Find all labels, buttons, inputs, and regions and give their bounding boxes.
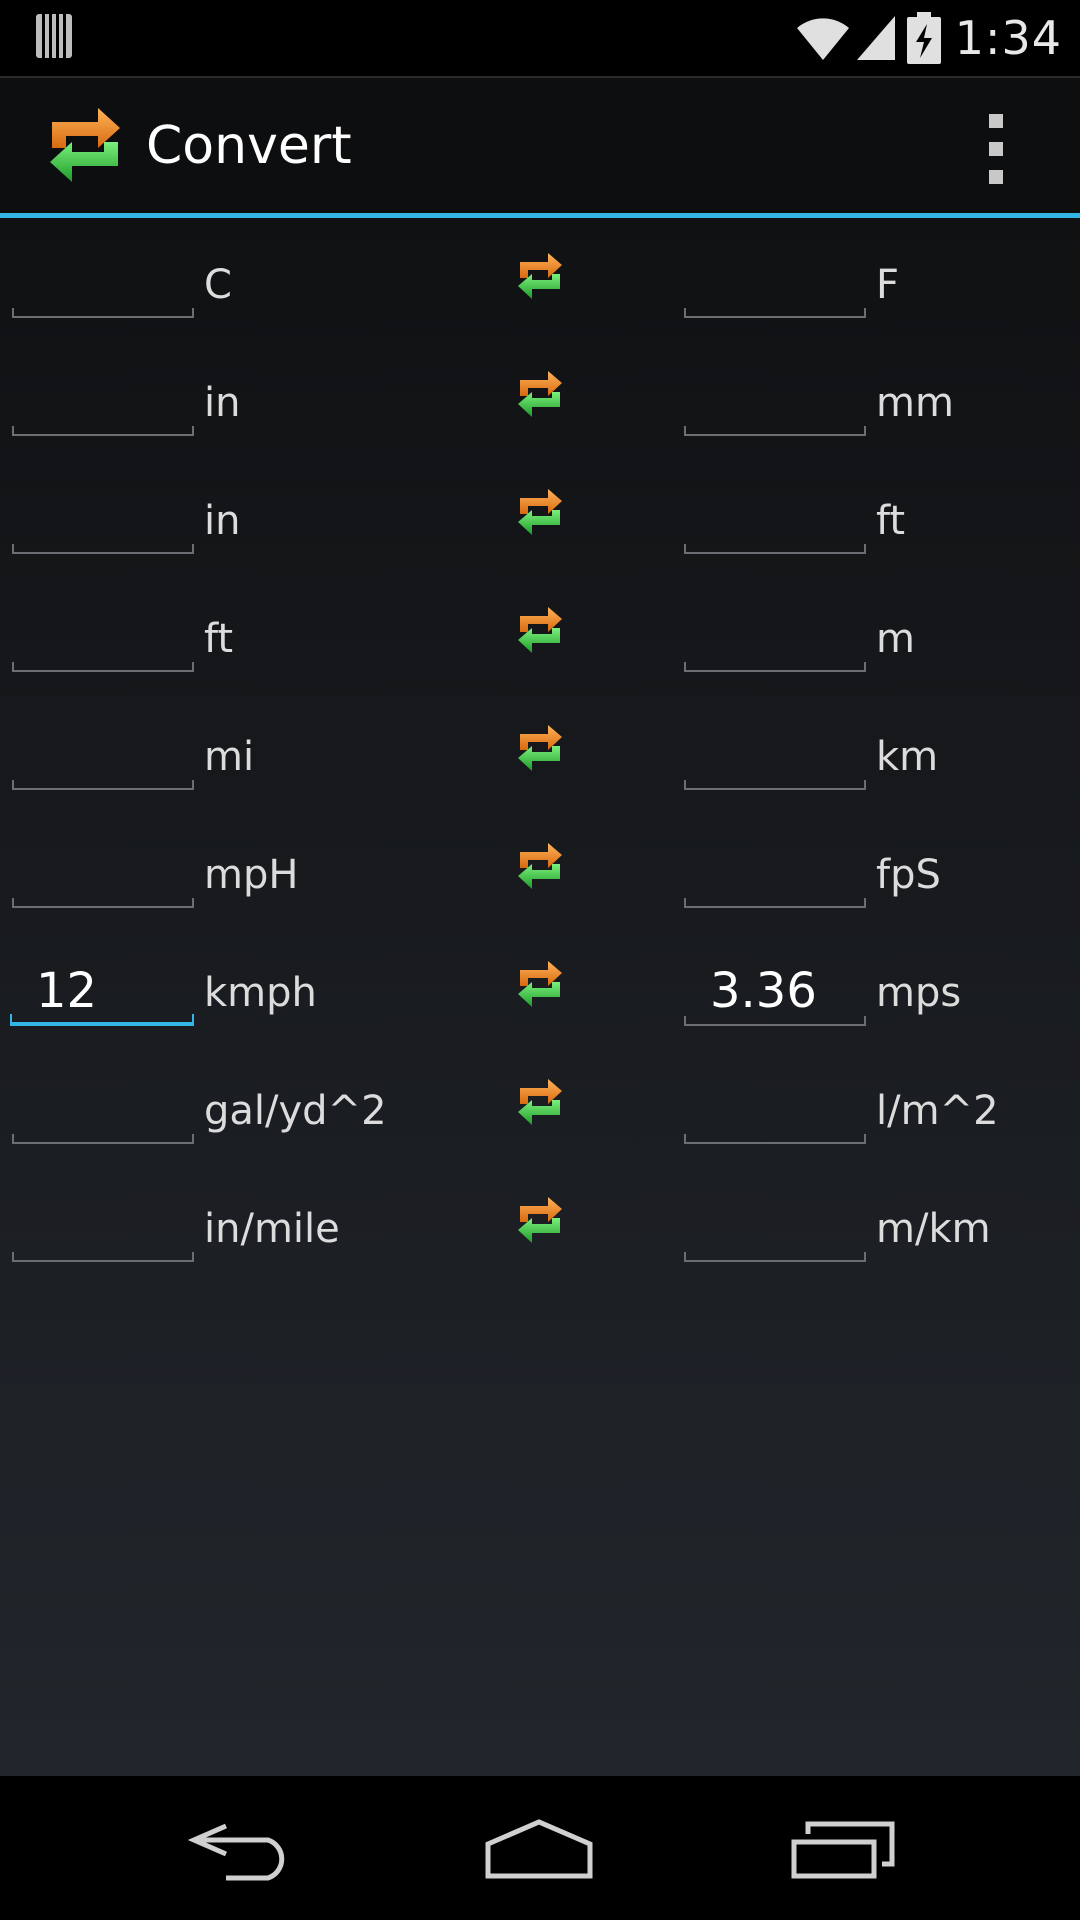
- right-value-input[interactable]: [684, 730, 866, 790]
- conversion-row: in ft: [0, 454, 1080, 572]
- swap-icon[interactable]: [516, 1194, 564, 1246]
- battery-charging-icon: [906, 12, 941, 64]
- right-value-input[interactable]: [684, 258, 866, 318]
- left-unit-label: in/mile: [204, 1206, 340, 1252]
- conversion-row: in/mile m/km: [0, 1162, 1080, 1280]
- right-unit-label: m/km: [876, 1206, 991, 1252]
- converter-list: C Fin mm in ft ft m mi km mpH fpS 12 kmp…: [0, 218, 1080, 1776]
- right-value-input[interactable]: [684, 376, 866, 436]
- left-unit-label: in: [204, 380, 241, 426]
- swap-icon[interactable]: [516, 722, 564, 774]
- recent-apps-icon[interactable]: [790, 1812, 900, 1882]
- back-icon[interactable]: [186, 1812, 296, 1882]
- swap-icon[interactable]: [516, 840, 564, 892]
- right-unit-label: F: [876, 262, 900, 308]
- conversion-row: mi km: [0, 690, 1080, 808]
- left-value-input[interactable]: [12, 376, 194, 436]
- right-value-input[interactable]: [684, 1084, 866, 1144]
- status-icons: 1:34: [795, 8, 1062, 68]
- wifi-icon: [796, 18, 849, 60]
- right-value-input[interactable]: [684, 612, 866, 672]
- navigation-bar: [0, 1776, 1080, 1920]
- right-value-input[interactable]: [684, 494, 866, 554]
- right-unit-label: fpS: [876, 852, 941, 898]
- conversion-row: mpH fpS: [0, 808, 1080, 926]
- right-unit-label: ft: [876, 498, 906, 544]
- right-value-input[interactable]: [684, 848, 866, 908]
- status-time: 1:34: [954, 11, 1062, 65]
- left-value-input[interactable]: [12, 612, 194, 672]
- right-value-input[interactable]: [684, 1202, 866, 1262]
- swap-icon[interactable]: [516, 368, 564, 420]
- conversion-row: gal/yd^2 l/m^2: [0, 1044, 1080, 1162]
- swap-icon[interactable]: [516, 486, 564, 538]
- status-bar: 1:34: [0, 0, 1080, 77]
- left-value-input[interactable]: 12: [10, 966, 194, 1026]
- app-title: Convert: [146, 116, 352, 176]
- conversion-row: 12 kmph 3.36 mps: [0, 926, 1080, 1044]
- left-unit-label: ft: [204, 616, 234, 662]
- swap-icon[interactable]: [516, 604, 564, 656]
- action-bar: Convert: [0, 78, 1080, 214]
- right-unit-label: mps: [876, 970, 962, 1016]
- conversion-row: C F: [0, 218, 1080, 336]
- right-unit-label: l/m^2: [876, 1088, 999, 1134]
- left-value-input[interactable]: [12, 1084, 194, 1144]
- right-unit-label: km: [876, 734, 939, 780]
- right-unit-label: mm: [876, 380, 954, 426]
- swap-icon[interactable]: [516, 958, 564, 1010]
- left-value-input[interactable]: [12, 1202, 194, 1262]
- right-value-input[interactable]: 3.36: [684, 966, 866, 1026]
- swap-icon[interactable]: [516, 1076, 564, 1128]
- left-value-input[interactable]: [12, 848, 194, 908]
- left-unit-label: gal/yd^2: [204, 1088, 387, 1134]
- conversion-row: in mm: [0, 336, 1080, 454]
- notification-icon: [36, 14, 72, 58]
- left-value-input[interactable]: [12, 258, 194, 318]
- left-unit-label: mi: [204, 734, 255, 780]
- signal-icon: [856, 16, 895, 60]
- left-unit-label: kmph: [204, 970, 317, 1016]
- left-value-input[interactable]: [12, 494, 194, 554]
- swap-icon[interactable]: [516, 250, 564, 302]
- convert-arrows-icon[interactable]: [46, 104, 124, 186]
- conversion-row: ft m: [0, 572, 1080, 690]
- home-icon[interactable]: [484, 1812, 594, 1882]
- left-unit-label: mpH: [204, 852, 299, 898]
- left-unit-label: C: [204, 262, 232, 308]
- left-unit-label: in: [204, 498, 241, 544]
- left-value-input[interactable]: [12, 730, 194, 790]
- right-unit-label: m: [876, 616, 915, 662]
- overflow-menu-icon[interactable]: [980, 114, 1012, 184]
